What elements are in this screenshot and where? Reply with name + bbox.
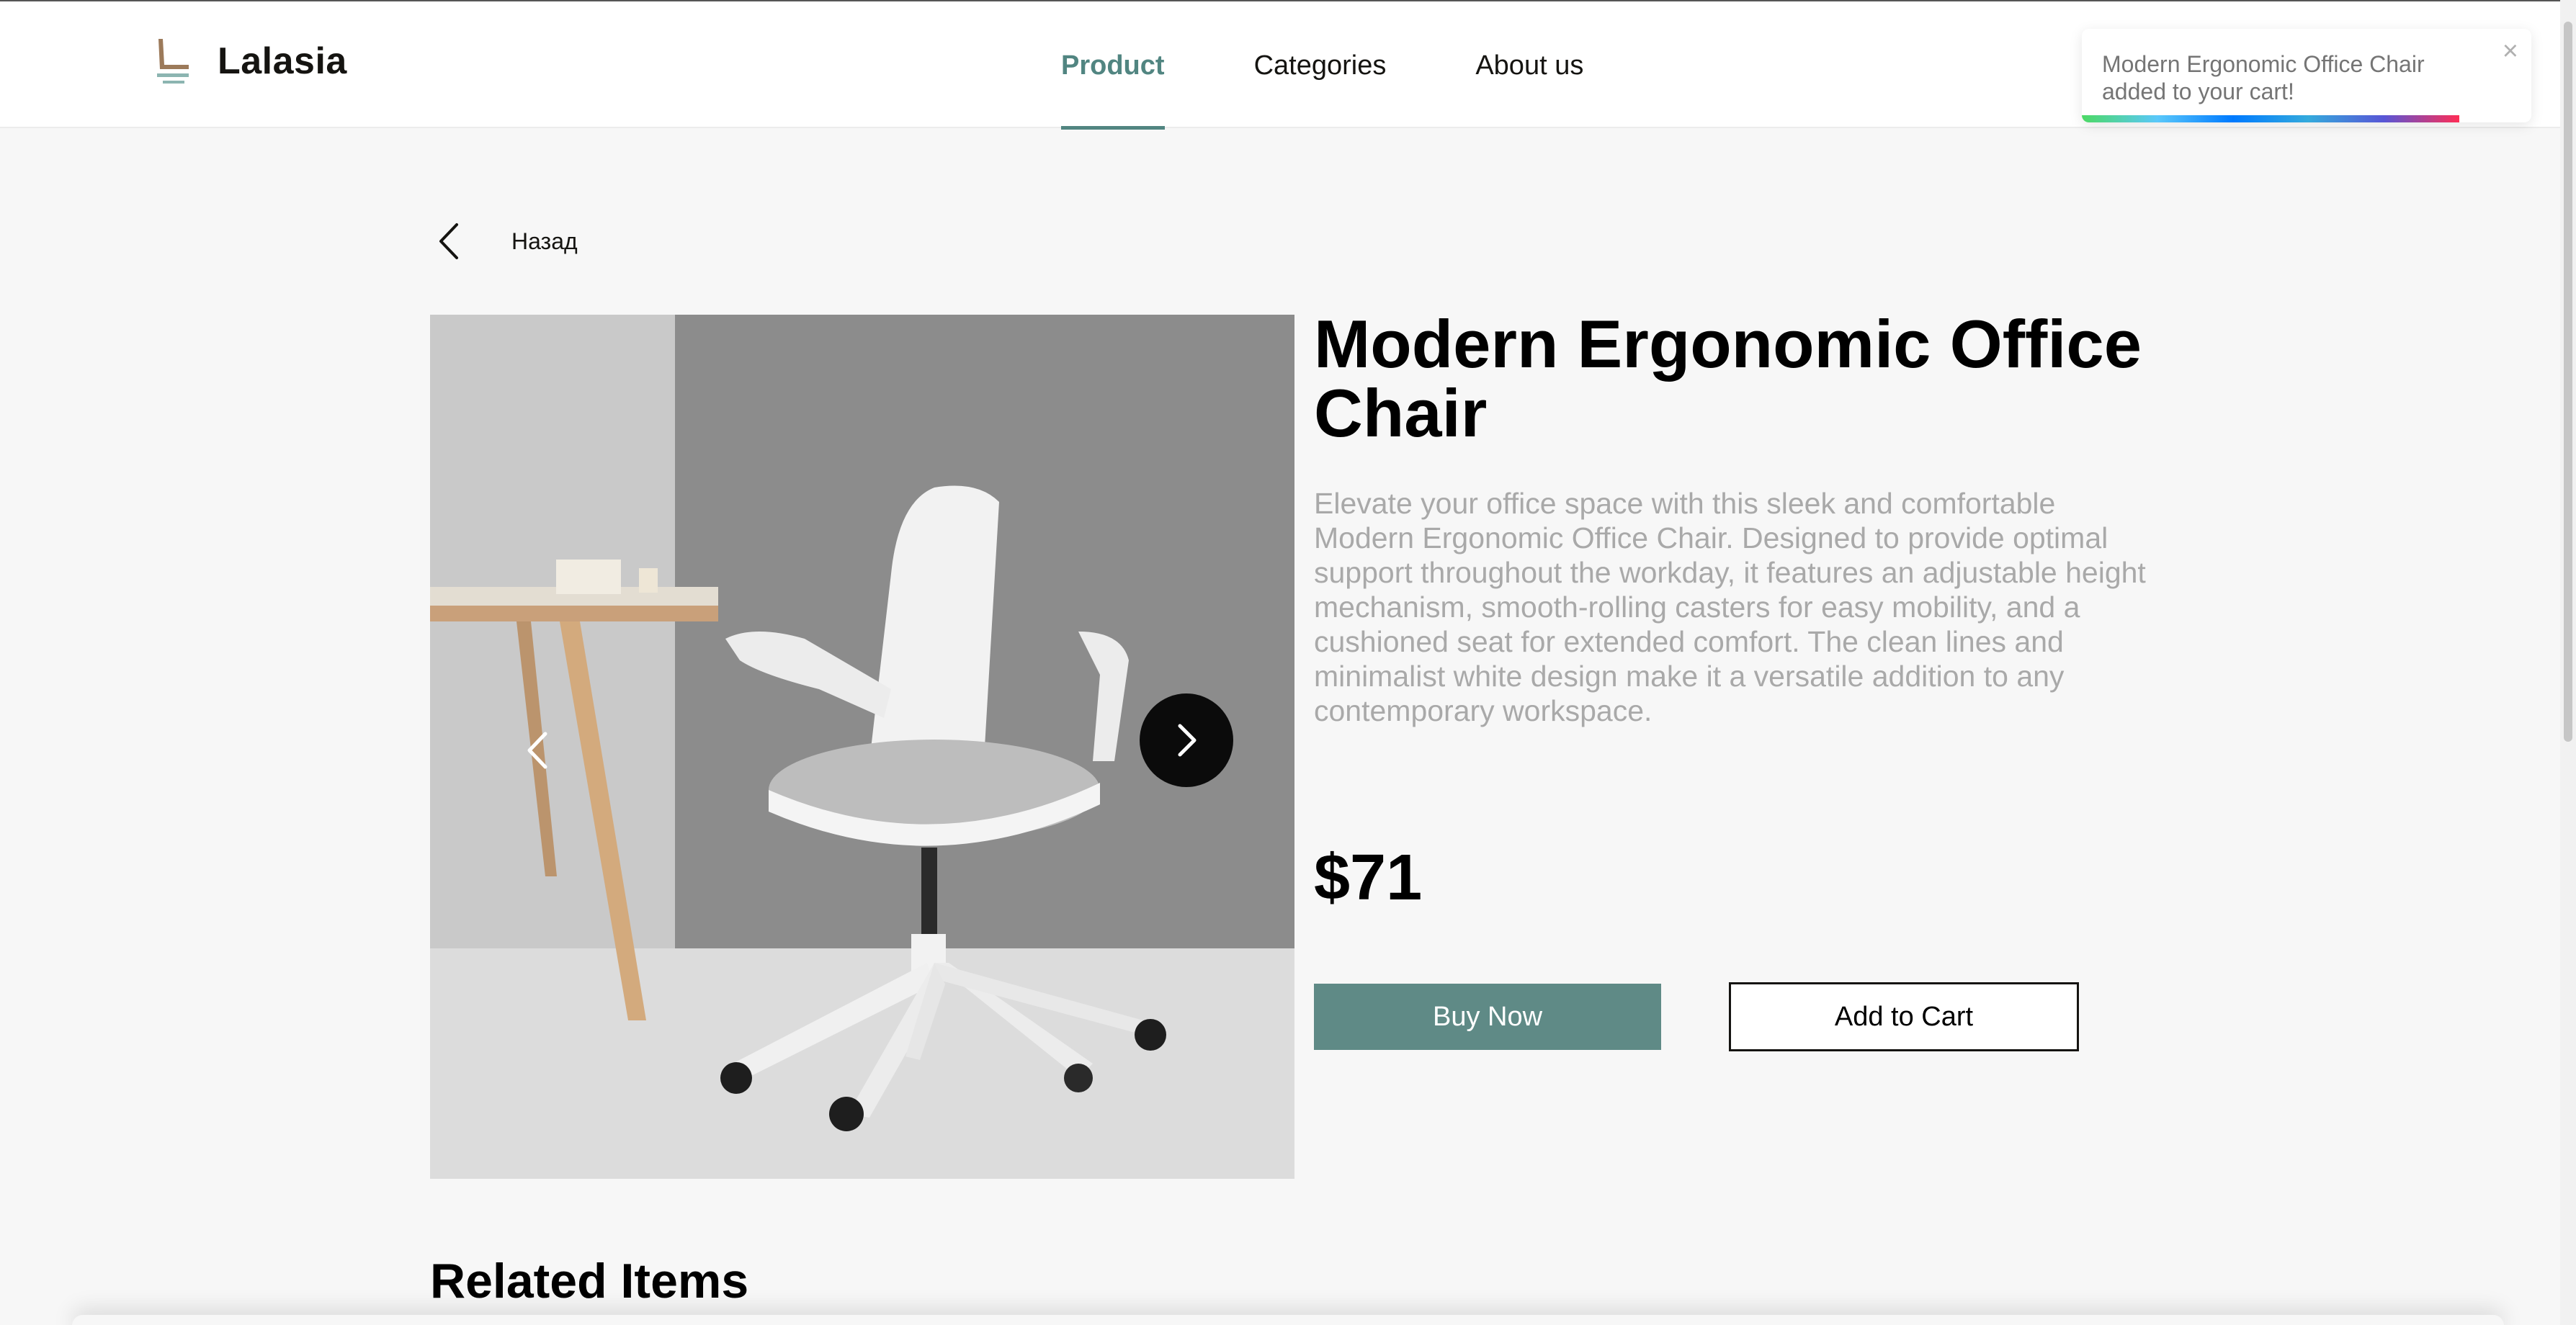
chair-logo-icon [157, 39, 189, 84]
product-title: Modern Ergonomic Office Chair [1314, 306, 2142, 451]
page-scrollbar[interactable] [2560, 0, 2576, 1325]
cart-toast: Modern Ergonomic Office Chair added to y… [2082, 29, 2531, 122]
scrollbar-thumb[interactable] [2564, 22, 2572, 742]
chevron-left-icon[interactable] [516, 725, 560, 776]
next-slide-button[interactable] [1140, 693, 1233, 787]
product-description: Elevate your office space with this slee… [1314, 487, 2146, 727]
toast-progress-bar [2082, 115, 2459, 122]
main-nav: Product Categories About us [1061, 1, 1673, 130]
nav-categories[interactable]: Categories [1254, 1, 1387, 130]
product-image-carousel[interactable] [430, 315, 1294, 1179]
back-button[interactable]: Назад [432, 216, 578, 266]
brand-name: Lalasia [218, 40, 347, 82]
nav-about-us[interactable]: About us [1475, 1, 1583, 130]
back-label: Назад [511, 228, 578, 254]
buy-now-button[interactable]: Buy Now [1314, 984, 1661, 1050]
product-price: $71 [1314, 842, 1423, 914]
nav-product[interactable]: Product [1061, 1, 1165, 130]
toast-message: Modern Ergonomic Office Chair added to y… [2102, 51, 2425, 104]
related-items-title: Related Items [430, 1254, 749, 1308]
brand-logo[interactable]: Lalasia [153, 37, 347, 85]
chevron-right-icon [1178, 724, 1197, 757]
add-to-cart-button[interactable]: Add to Cart [1729, 982, 2079, 1051]
chevron-left-icon [439, 223, 458, 259]
related-items-panel-edge [72, 1315, 2504, 1325]
close-icon[interactable]: × [2503, 37, 2518, 65]
